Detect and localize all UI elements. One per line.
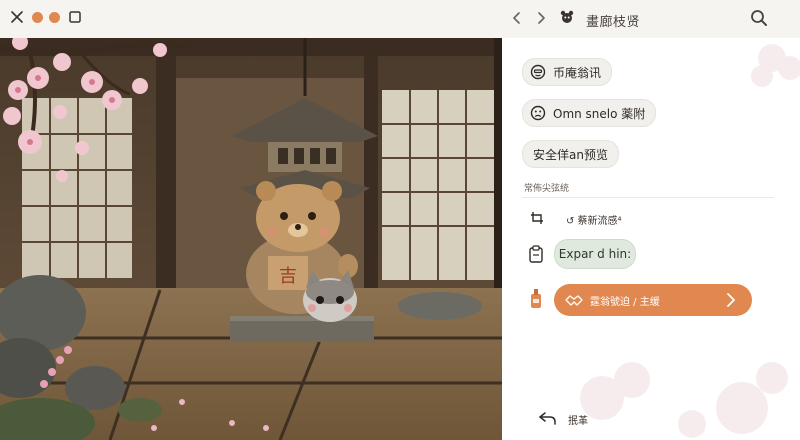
navigation-controls (510, 8, 576, 30)
close-icon[interactable] (8, 8, 26, 26)
chip-3-label: 安全佯an预览 (533, 147, 608, 162)
tool-row-text[interactable]: ↺ 蔡新流感⁴ (566, 212, 622, 227)
chevron-right-icon (724, 291, 738, 312)
search-icon[interactable] (750, 9, 768, 31)
section-label: 常佈尖弦统 (524, 184, 570, 194)
expand-button[interactable]: Expar d hin: (554, 239, 636, 269)
scene-image: 吉 (0, 38, 502, 440)
chip-1[interactable]: 币庵翁讯 (522, 58, 613, 86)
chip-3[interactable]: 安全佯an预览 (522, 140, 619, 168)
arrow-right-icon[interactable] (534, 10, 548, 29)
bottom-action[interactable]: 抿革 (538, 410, 588, 429)
blossom-decoration (751, 44, 800, 87)
handshake-icon (564, 290, 584, 310)
sad-face-icon (529, 104, 547, 122)
zoom-dot[interactable] (49, 11, 60, 23)
title-bar: 畫廊枝贤 (0, 0, 800, 39)
bottle-icon[interactable] (526, 288, 546, 308)
minimize-dot[interactable] (32, 11, 43, 23)
clipboard-icon[interactable] (526, 244, 546, 264)
chip-2-label: Omn snelo 薬附 (553, 106, 646, 121)
crop-icon[interactable] (528, 208, 548, 228)
chip-2[interactable]: Omn snelo 薬附 (522, 99, 657, 127)
primary-action-label: 霆翁號迫 / 主缓 (590, 296, 660, 308)
svg-text:吉: 吉 (279, 266, 297, 287)
window-controls (8, 8, 84, 26)
image-viewer[interactable]: 吉 (0, 38, 502, 440)
app-window: 畫廊枝贤 吉 币庵翁讯 Omn snelo 薬附 安全佯an预览 常佈尖弦统 ↺… (0, 0, 800, 440)
bottom-action-label: 抿革 (568, 416, 588, 427)
undo-hand-icon (538, 410, 558, 429)
section-divider (522, 197, 774, 198)
arrow-left-icon[interactable] (510, 10, 524, 29)
square-icon[interactable] (66, 8, 84, 26)
face-icon (529, 63, 547, 81)
primary-action-button[interactable]: 霆翁號迫 / 主缓 (554, 284, 752, 316)
mascot-icon (558, 8, 576, 30)
window-title: 畫廊枝贤 (586, 15, 641, 30)
chip-1-label: 币庵翁讯 (553, 65, 602, 80)
